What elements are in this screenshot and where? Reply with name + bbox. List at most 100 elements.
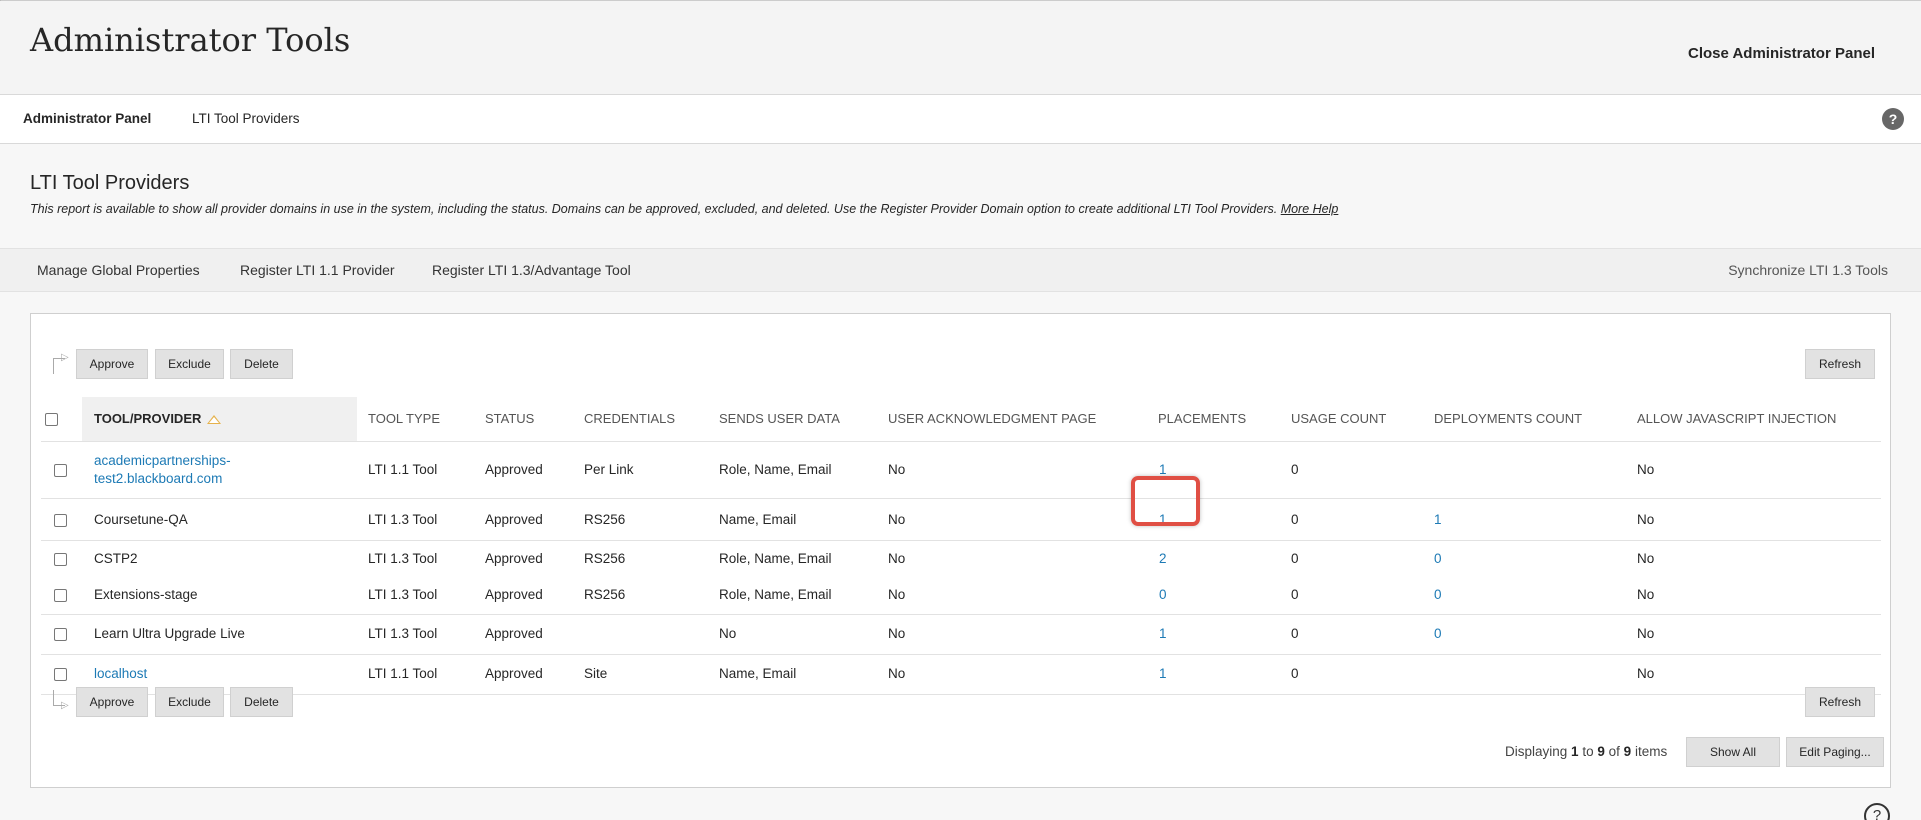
section-title: LTI Tool Providers xyxy=(30,172,190,194)
sends-user-data-cell: Role, Name, Email xyxy=(719,551,832,566)
close-admin-panel-link[interactable]: Close Administrator Panel xyxy=(1688,45,1875,62)
breadcrumb-lti-tool-providers: LTI Tool Providers xyxy=(192,111,300,126)
column-header-user-ack-page[interactable]: USER ACKNOWLEDGMENT PAGE xyxy=(888,397,1096,441)
sends-user-data-cell: Role, Name, Email xyxy=(719,462,832,477)
paging-of-word: of xyxy=(1608,744,1620,759)
status-cell: Approved xyxy=(485,462,543,477)
usage-count-cell: 0 xyxy=(1291,587,1299,602)
status-cell: Approved xyxy=(485,587,543,602)
table-row: Learn Ultra Upgrade Live LTI 1.3 Tool Ap… xyxy=(41,615,1881,655)
js-injection-cell: No xyxy=(1637,666,1655,681)
arrow-head-icon: ▷ xyxy=(61,700,69,711)
row-checkbox[interactable] xyxy=(54,553,67,566)
placements-link[interactable]: 0 xyxy=(1159,587,1167,602)
breadcrumb-admin-panel[interactable]: Administrator Panel xyxy=(23,111,151,126)
column-header-placements[interactable]: PLACEMENTS xyxy=(1158,397,1246,441)
tool-provider-link[interactable]: academicpartnerships-test2.blackboard.co… xyxy=(94,452,274,488)
status-cell: Approved xyxy=(485,551,543,566)
show-all-button[interactable]: Show All xyxy=(1686,737,1780,767)
approve-button-top[interactable]: Approve xyxy=(76,349,148,379)
table-row: academicpartnerships-test2.blackboard.co… xyxy=(41,442,1881,499)
sends-user-data-cell: Role, Name, Email xyxy=(719,587,832,602)
tool-type-cell: LTI 1.3 Tool xyxy=(368,587,438,602)
synchronize-lti13-tools-button[interactable]: Synchronize LTI 1.3 Tools xyxy=(1728,262,1888,278)
page-title: Administrator Tools xyxy=(30,21,351,59)
usage-count-cell: 0 xyxy=(1291,551,1299,566)
register-lti13-tool-button[interactable]: Register LTI 1.3/Advantage Tool xyxy=(432,262,631,278)
section-description: This report is available to show all pro… xyxy=(30,202,1338,216)
delete-button-bottom[interactable]: Delete xyxy=(230,687,293,717)
deployments-link[interactable]: 0 xyxy=(1434,587,1442,602)
ack-page-cell: No xyxy=(888,626,906,641)
sort-ascending-icon xyxy=(207,415,222,424)
ack-page-cell: No xyxy=(888,512,906,527)
placements-link[interactable]: 2 xyxy=(1159,551,1167,566)
tool-provider-name: Extensions-stage xyxy=(94,587,198,602)
placements-link[interactable]: 1 xyxy=(1159,626,1167,641)
help-icon[interactable]: ? xyxy=(1882,108,1904,130)
more-help-link[interactable]: More Help xyxy=(1281,202,1339,216)
status-cell: Approved xyxy=(485,512,543,527)
refresh-button-top[interactable]: Refresh xyxy=(1805,349,1875,379)
placements-link[interactable]: 1 xyxy=(1159,462,1167,477)
sends-user-data-cell: No xyxy=(719,626,737,641)
row-checkbox[interactable] xyxy=(54,628,67,641)
row-checkbox[interactable] xyxy=(54,464,67,477)
tool-type-cell: LTI 1.3 Tool xyxy=(368,551,438,566)
row-checkbox[interactable] xyxy=(54,514,67,527)
placements-link[interactable]: 1 xyxy=(1159,666,1167,681)
column-header-tool-provider[interactable]: TOOL/PROVIDER xyxy=(82,397,357,441)
exclude-button-bottom[interactable]: Exclude xyxy=(155,687,224,717)
credentials-cell: RS256 xyxy=(584,512,626,527)
refresh-button-bottom[interactable]: Refresh xyxy=(1805,687,1875,717)
tool-type-cell: LTI 1.1 Tool xyxy=(368,462,438,477)
placements-link[interactable]: 1 xyxy=(1159,512,1167,527)
paging-total: 9 xyxy=(1623,744,1632,759)
tool-provider-link[interactable]: localhost xyxy=(94,666,147,681)
exclude-button-top[interactable]: Exclude xyxy=(155,349,224,379)
deployments-link[interactable]: 1 xyxy=(1434,512,1442,527)
column-header-deployments-count[interactable]: DEPLOYMENTS COUNT xyxy=(1434,397,1582,441)
providers-table-panel: ▷ Approve Exclude Delete Refresh TOOL/PR… xyxy=(30,313,1891,788)
ack-page-cell: No xyxy=(888,587,906,602)
select-all-checkbox[interactable] xyxy=(45,413,58,426)
row-checkbox[interactable] xyxy=(54,668,67,681)
ack-page-cell: No xyxy=(888,462,906,477)
column-header-status[interactable]: STATUS xyxy=(485,397,534,441)
column-header-allow-js-injection[interactable]: ALLOW JAVASCRIPT INJECTION xyxy=(1637,397,1836,441)
delete-button-top[interactable]: Delete xyxy=(230,349,293,379)
column-header-usage-count[interactable]: USAGE COUNT xyxy=(1291,397,1386,441)
column-header-sends-user-data[interactable]: SENDS USER DATA xyxy=(719,397,840,441)
corner-help-icon[interactable]: ? xyxy=(1864,803,1890,820)
usage-count-cell: 0 xyxy=(1291,462,1299,477)
page-header: Administrator Tools Close Administrator … xyxy=(0,1,1921,95)
ack-page-cell: No xyxy=(888,666,906,681)
status-cell: Approved xyxy=(485,626,543,641)
row-checkbox[interactable] xyxy=(54,589,67,602)
breadcrumb: Administrator Panel LTI Tool Providers ? xyxy=(0,95,1921,144)
js-injection-cell: No xyxy=(1637,626,1655,641)
deployments-link[interactable]: 0 xyxy=(1434,626,1442,641)
tool-type-cell: LTI 1.3 Tool xyxy=(368,626,438,641)
js-injection-cell: No xyxy=(1637,551,1655,566)
deployments-link[interactable]: 0 xyxy=(1434,551,1442,566)
paging-to: 9 xyxy=(1597,744,1605,759)
column-header-credentials[interactable]: CREDENTIALS xyxy=(584,397,675,441)
column-header-tool-type[interactable]: TOOL TYPE xyxy=(368,397,440,441)
description-text: This report is available to show all pro… xyxy=(30,202,1278,216)
paging-to-word: to xyxy=(1582,744,1594,759)
credentials-cell: RS256 xyxy=(584,551,626,566)
credentials-cell: Site xyxy=(584,666,608,681)
js-injection-cell: No xyxy=(1637,587,1655,602)
status-cell: Approved xyxy=(485,666,543,681)
js-injection-cell: No xyxy=(1637,512,1655,527)
usage-count-cell: 0 xyxy=(1291,666,1299,681)
manage-global-properties-button[interactable]: Manage Global Properties xyxy=(37,262,200,278)
action-bar: Manage Global Properties Register LTI 1.… xyxy=(0,248,1921,292)
approve-button-bottom[interactable]: Approve xyxy=(76,687,148,717)
register-lti11-provider-button[interactable]: Register LTI 1.1 Provider xyxy=(240,262,395,278)
table-row: Extensions-stage LTI 1.3 Tool Approved R… xyxy=(41,577,1881,615)
usage-count-cell: 0 xyxy=(1291,626,1299,641)
edit-paging-button[interactable]: Edit Paging... xyxy=(1786,737,1884,767)
paging-summary: Displaying 1 to 9 of 9 items xyxy=(1505,744,1667,759)
